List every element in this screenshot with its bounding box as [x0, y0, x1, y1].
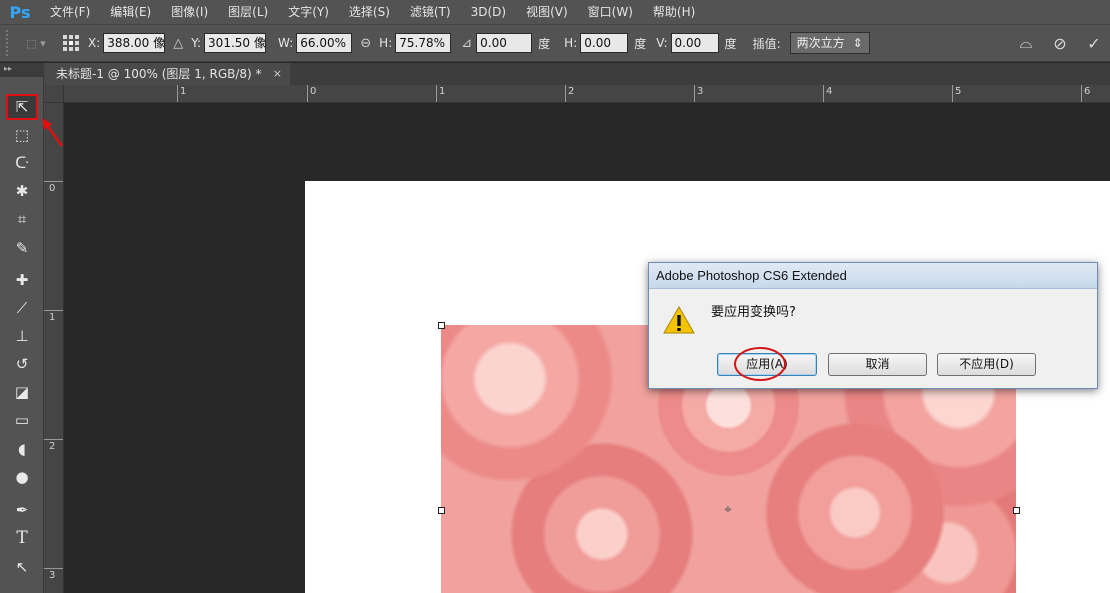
cancel-transform-icon[interactable]: ⊘	[1050, 34, 1070, 53]
lasso-tool-icon[interactable]: ᑢ	[6, 150, 38, 176]
crop-tool-icon[interactable]: ⌗	[6, 206, 38, 232]
w-label: W:	[278, 36, 294, 50]
y-position-input[interactable]: 301.50 像素	[204, 33, 267, 53]
brush-tool-icon[interactable]: ⟋	[6, 295, 38, 321]
ruler-label: 2	[49, 441, 56, 452]
ruler-label: 6	[1084, 86, 1091, 97]
rotate-angle-icon: ⊿	[461, 35, 473, 51]
history-brush-tool-icon[interactable]: ↺	[6, 351, 38, 377]
horizontal-ruler[interactable]: 1 0 1 2 3 4 5 6	[64, 85, 1110, 103]
apply-button[interactable]: 应用(A)	[717, 353, 817, 376]
relative-position-icon[interactable]: △	[173, 36, 183, 51]
commit-transform-icon[interactable]: ✓	[1084, 34, 1104, 53]
menu-type[interactable]: 文字(Y)	[278, 0, 339, 24]
path-selection-tool-icon[interactable]: ↖	[6, 554, 38, 580]
gradient-tool-icon[interactable]: ▭	[6, 407, 38, 433]
menu-image[interactable]: 图像(I)	[161, 0, 218, 24]
angle-unit: 度	[538, 36, 551, 51]
eyedropper-tool-icon[interactable]: ✎	[6, 235, 38, 261]
ruler-label: 1	[439, 86, 446, 97]
h-skew-label: H:	[564, 36, 578, 50]
ruler-label: 1	[180, 86, 187, 97]
v-skew-unit: 度	[724, 36, 737, 51]
interpolation-label: 插值:	[752, 36, 781, 51]
ruler-label: 3	[49, 570, 56, 581]
toolbar-collapse[interactable]: ▸▸	[0, 63, 44, 77]
marquee-tool-icon[interactable]: ⬚	[6, 122, 38, 148]
dodge-tool-icon[interactable]: ●	[6, 464, 38, 490]
pen-tool-icon[interactable]: ✒	[6, 497, 38, 523]
ruler-origin[interactable]	[44, 85, 64, 103]
vertical-ruler[interactable]: 0 1 2 3	[44, 103, 64, 593]
options-bar: ⬚ ▾ X: 388.00 像素 △ Y: 301.50 像素 W: 66.00…	[0, 24, 1110, 62]
tools-panel: ⇱ ⬚ ᑢ ✱ ⌗ ✎ ✚ ⟋ ⊥ ↺ ◪ ▭ ◖ ● ✒ T ↖	[0, 77, 44, 593]
menu-bar: Ps 文件(F) 编辑(E) 图像(I) 图层(L) 文字(Y) 选择(S) 滤…	[0, 0, 1110, 24]
document-tab-label: 未标题-1 @ 100% (图层 1, RGB/8) *	[56, 67, 262, 81]
height-scale-input[interactable]: 75.78%	[395, 33, 452, 53]
menu-view[interactable]: 视图(V)	[516, 0, 578, 24]
ruler-label: 2	[568, 86, 575, 97]
y-label: Y:	[191, 36, 202, 50]
cancel-button[interactable]: 取消	[828, 353, 927, 376]
menu-3d[interactable]: 3D(D)	[461, 0, 516, 24]
menu-window[interactable]: 窗口(W)	[578, 0, 643, 24]
menu-help[interactable]: 帮助(H)	[643, 0, 705, 24]
red-arrow-icon	[42, 118, 64, 147]
v-skew-input[interactable]: 0.00	[670, 33, 719, 53]
interpolation-select[interactable]: 两次立方 ⇕	[789, 32, 870, 54]
ruler-label: 4	[826, 86, 833, 97]
healing-brush-tool-icon[interactable]: ✚	[6, 267, 38, 293]
eraser-tool-icon[interactable]: ◪	[6, 379, 38, 405]
h-label: H:	[379, 36, 393, 50]
warp-mode-icon[interactable]: ⌓	[1016, 33, 1036, 53]
dialog-title[interactable]: Adobe Photoshop CS6 Extended	[649, 263, 1097, 289]
apply-transform-dialog: Adobe Photoshop CS6 Extended 要应用变换吗? 应用(…	[648, 262, 1098, 389]
ruler-label: 1	[49, 312, 56, 323]
menu-file[interactable]: 文件(F)	[40, 0, 100, 24]
reference-point-icon[interactable]	[62, 34, 80, 52]
type-tool-icon[interactable]: T	[6, 525, 38, 551]
photoshop-window: Ps 文件(F) 编辑(E) 图像(I) 图层(L) 文字(Y) 选择(S) 滤…	[0, 0, 1110, 593]
move-tool-icon[interactable]: ⇱	[6, 94, 38, 120]
h-skew-unit: 度	[634, 36, 647, 51]
ruler-label: 3	[697, 86, 704, 97]
transform-handle-middle-left[interactable]	[438, 507, 445, 514]
transform-handle-top-left[interactable]	[438, 322, 445, 329]
v-skew-label: V:	[656, 36, 668, 50]
menu-filter[interactable]: 滤镜(T)	[400, 0, 461, 24]
transform-center-icon[interactable]: ⌖	[721, 503, 735, 517]
interpolation-value: 两次立方	[796, 36, 845, 50]
select-arrows-icon: ⇕	[852, 36, 863, 50]
document-tab[interactable]: 未标题-1 @ 100% (图层 1, RGB/8) * ×	[44, 63, 290, 85]
ps-logo: Ps	[9, 2, 31, 22]
x-label: X:	[88, 36, 101, 50]
width-scale-input[interactable]: 66.00%	[296, 33, 353, 53]
close-icon[interactable]: ×	[273, 63, 282, 85]
magic-wand-tool-icon[interactable]: ✱	[6, 178, 38, 204]
tool-preset-icon[interactable]: ⬚ ▾	[18, 32, 54, 54]
menu-edit[interactable]: 编辑(E)	[100, 0, 161, 24]
x-position-input[interactable]: 388.00 像素	[103, 33, 166, 53]
ruler-label: 0	[310, 86, 317, 97]
document-tab-bar: 未标题-1 @ 100% (图层 1, RGB/8) * ×	[44, 63, 1110, 85]
options-bar-grip[interactable]	[6, 30, 12, 56]
dialog-message: 要应用变换吗?	[711, 305, 796, 320]
link-icon[interactable]: ⊖	[360, 36, 371, 51]
h-skew-input[interactable]: 0.00	[580, 33, 629, 53]
blur-tool-icon[interactable]: ◖	[6, 436, 38, 462]
ruler-label: 5	[955, 86, 962, 97]
dont-apply-button[interactable]: 不应用(D)	[937, 353, 1036, 376]
clone-stamp-tool-icon[interactable]: ⊥	[6, 323, 38, 349]
transform-handle-middle-right[interactable]	[1013, 507, 1020, 514]
menu-layer[interactable]: 图层(L)	[218, 0, 278, 24]
rotate-angle-input[interactable]: 0.00	[476, 33, 533, 53]
menu-select[interactable]: 选择(S)	[339, 0, 400, 24]
ruler-label: 0	[49, 183, 56, 194]
warning-icon	[663, 305, 695, 334]
